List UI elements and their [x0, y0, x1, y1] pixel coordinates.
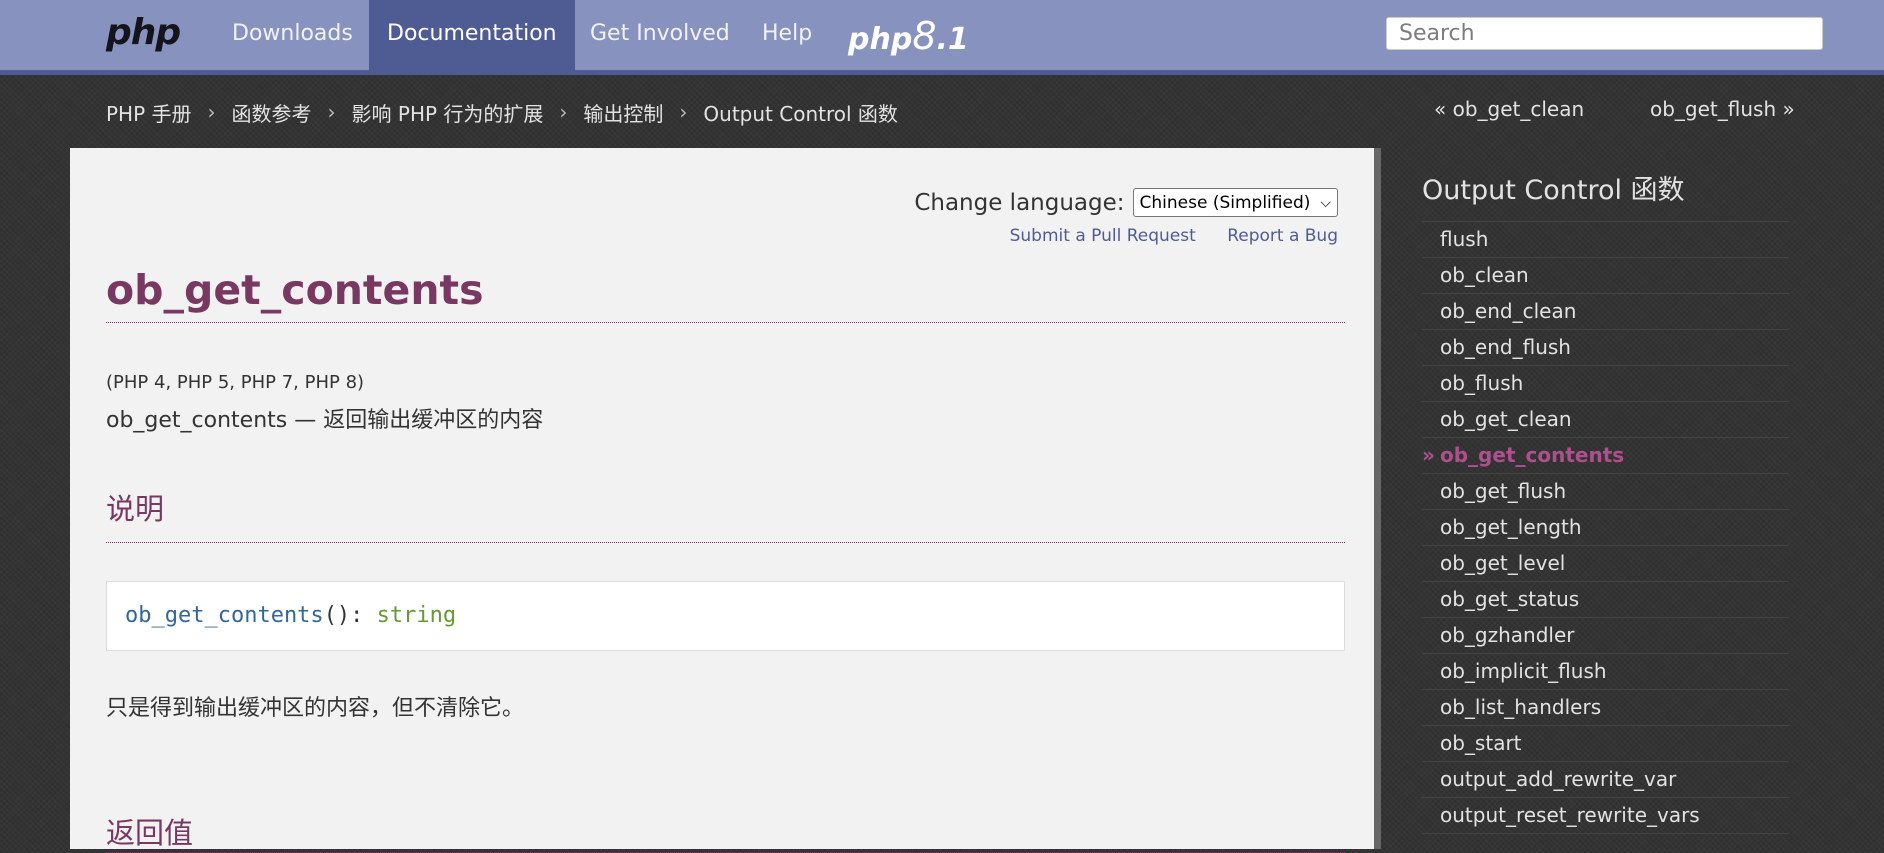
- sidebar-item-ob-end-clean[interactable]: ob_end_clean: [1422, 294, 1789, 330]
- change-language-label: Change language:: [914, 189, 1125, 216]
- description-paragraph: 只是得到输出缓冲区的内容，但不清除它。: [106, 696, 525, 721]
- breadcrumb-php-manual[interactable]: PHP 手册: [106, 98, 192, 127]
- page-title: ob_get_contents: [106, 266, 1345, 323]
- sidebar-item-label: ob_end_flush: [1440, 335, 1571, 359]
- synopsis-function-name[interactable]: ob_get_contents: [125, 603, 324, 628]
- breadcrumb-separator: ›: [679, 100, 688, 124]
- breadcrumb-function-reference[interactable]: 函数参考: [232, 98, 312, 127]
- sidebar-item-ob-end-flush[interactable]: ob_end_flush: [1422, 330, 1789, 366]
- sidebar-list: flush ob_clean ob_end_clean ob_end_flush ob_…: [1422, 222, 1789, 834]
- breadcrumb-separator: ›: [559, 100, 568, 124]
- php-logo[interactable]: php: [106, 12, 181, 53]
- section-heading-return-values: 返回值: [106, 810, 1345, 853]
- sidebar-item-label: ob_get_length: [1440, 515, 1582, 539]
- nav-get-involved[interactable]: Get Involved: [572, 0, 748, 70]
- next-page-link[interactable]: ob_get_flush »: [1650, 97, 1795, 121]
- sidebar-item-ob-gzhandler[interactable]: ob_gzhandler: [1422, 618, 1789, 654]
- report-bug-link[interactable]: Report a Bug: [1227, 226, 1338, 246]
- sidebar-item-label: ob_get_level: [1440, 551, 1566, 575]
- breadcrumb: PHP 手册 › 函数参考 › 影响 PHP 行为的扩展 › 输出控制 › Ou…: [106, 97, 898, 127]
- sidebar-item-label: output_add_rewrite_var: [1440, 767, 1677, 791]
- sidebar-title[interactable]: Output Control 函数: [1422, 148, 1789, 222]
- sidebar-item-ob-get-status[interactable]: ob_get_status: [1422, 582, 1789, 618]
- breadcrumb-separator: ›: [327, 100, 336, 124]
- sidebar-item-ob-clean[interactable]: ob_clean: [1422, 258, 1789, 294]
- sidebar-item-label: ob_clean: [1440, 263, 1529, 287]
- php-version-prefix: php: [848, 22, 913, 57]
- sidebar-item-label: ob_flush: [1440, 371, 1524, 395]
- prev-page-link[interactable]: « ob_get_clean: [1434, 97, 1584, 121]
- breadcrumb-output-control[interactable]: 输出控制: [583, 98, 663, 127]
- nav-documentation[interactable]: Documentation: [369, 0, 575, 70]
- ref-purpose: ob_get_contents — 返回输出缓冲区的内容: [106, 408, 544, 433]
- sidebar: Output Control 函数 flush ob_clean ob_end_cl…: [1422, 148, 1789, 834]
- sidebar-item-ob-flush[interactable]: ob_flush: [1422, 366, 1789, 402]
- breadcrumb-behavior-extensions[interactable]: 影响 PHP 行为的扩展: [352, 98, 544, 127]
- sidebar-item-label: ob_implicit_flush: [1440, 659, 1607, 683]
- chevron-down-icon: ⌵: [1320, 194, 1331, 211]
- edit-links: Submit a Pull Request Report a Bug: [984, 226, 1338, 246]
- section-heading-description: 说明: [106, 486, 1345, 543]
- sidebar-item-output-reset-rewrite-vars[interactable]: output_reset_rewrite_vars: [1422, 798, 1789, 834]
- sidebar-item-label: ob_get_clean: [1440, 407, 1572, 431]
- breadcrumb-output-control-functions[interactable]: Output Control 函数: [703, 98, 897, 127]
- change-language: Change language: Chinese (Simplified) ⌵: [914, 188, 1338, 217]
- sidebar-item-ob-implicit-flush[interactable]: ob_implicit_flush: [1422, 654, 1789, 690]
- nav-downloads[interactable]: Downloads: [214, 0, 371, 70]
- sidebar-item-ob-get-clean[interactable]: ob_get_clean: [1422, 402, 1789, 438]
- sidebar-item-output-add-rewrite-var[interactable]: output_add_rewrite_var: [1422, 762, 1789, 798]
- sidebar-item-ob-get-level[interactable]: ob_get_level: [1422, 546, 1789, 582]
- sidebar-item-label: output_reset_rewrite_vars: [1440, 803, 1700, 827]
- sidebar-item-label: flush: [1440, 227, 1489, 251]
- sidebar-item-label: ob_end_clean: [1440, 299, 1577, 323]
- synopsis-parens: ():: [323, 603, 377, 628]
- sidebar-item-ob-get-length[interactable]: ob_get_length: [1422, 510, 1789, 546]
- sidebar-item-ob-get-contents[interactable]: » ob_get_contents: [1422, 438, 1789, 474]
- sidebar-item-label: ob_get_contents: [1440, 443, 1625, 467]
- sidebar-item-label: ob_get_status: [1440, 587, 1580, 611]
- php-version-major: 8: [912, 14, 937, 58]
- sidebar-item-label: ob_list_handlers: [1440, 695, 1602, 719]
- language-selected-value: Chinese (Simplified): [1139, 192, 1311, 213]
- php-version-logo[interactable]: php8.1: [848, 14, 969, 58]
- submit-pull-request-link[interactable]: Submit a Pull Request: [1010, 226, 1196, 246]
- sidebar-item-label: ob_gzhandler: [1440, 623, 1575, 647]
- sidebar-item-label: ob_get_flush: [1440, 479, 1567, 503]
- sidebar-item-ob-start[interactable]: ob_start: [1422, 726, 1789, 762]
- sidebar-item-flush[interactable]: flush: [1422, 222, 1789, 258]
- top-navigation: php Downloads Documentation Get Involved…: [0, 0, 1884, 75]
- main-content: Change language: Chinese (Simplified) ⌵ …: [70, 148, 1381, 853]
- sidebar-item-ob-list-handlers[interactable]: ob_list_handlers: [1422, 690, 1789, 726]
- current-item-marker: »: [1422, 443, 1435, 467]
- php-version-minor: .1: [936, 22, 969, 57]
- php-versions: (PHP 4, PHP 5, PHP 7, PHP 8): [106, 372, 365, 393]
- synopsis-return-type: string: [376, 603, 457, 628]
- nav-help[interactable]: Help: [744, 0, 830, 70]
- search-input[interactable]: [1386, 17, 1823, 50]
- breadcrumb-separator: ›: [207, 100, 216, 124]
- sidebar-item-label: ob_start: [1440, 731, 1522, 755]
- language-select[interactable]: Chinese (Simplified) ⌵: [1132, 188, 1338, 217]
- sidebar-item-ob-get-flush[interactable]: ob_get_flush: [1422, 474, 1789, 510]
- method-synopsis: ob_get_contents(): string: [106, 581, 1345, 651]
